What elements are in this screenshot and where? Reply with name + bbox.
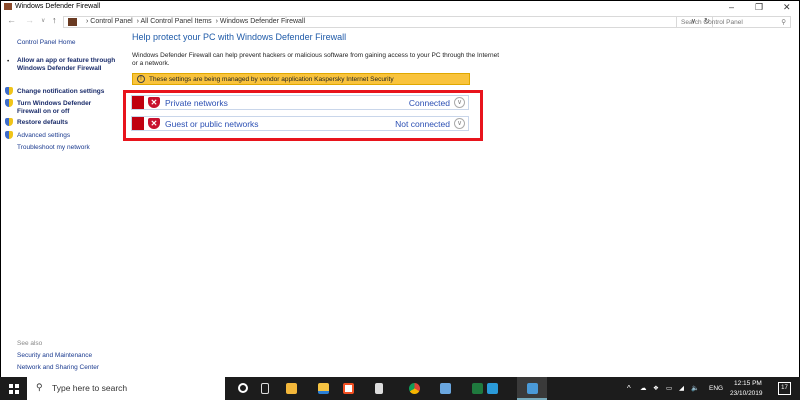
address-bar[interactable]: › Control Panel › All Control Panel Item…: [63, 16, 713, 28]
chevron-down-icon[interactable]: ∨: [454, 97, 465, 108]
action-center-icon[interactable]: 17: [778, 382, 791, 395]
search-icon: ⚲: [36, 382, 43, 392]
back-button[interactable]: ←: [7, 15, 16, 25]
minimize-button[interactable]: –: [729, 2, 734, 12]
allow-app-link[interactable]: Allow an app or feature through Windows …: [17, 57, 117, 73]
file-explorer-icon[interactable]: [318, 383, 329, 394]
public-networks-row[interactable]: ✕ Guest or public networks Not connected…: [131, 116, 469, 131]
control-panel-icon: [68, 18, 77, 26]
uac-shield-icon: [5, 99, 13, 107]
battery-icon[interactable]: ▭: [666, 384, 672, 392]
search-placeholder: Search Control Panel: [681, 19, 743, 26]
page-title: Help protect your PC with Windows Defend…: [132, 32, 347, 42]
network-label: Guest or public networks: [165, 119, 259, 129]
window-title: Windows Defender Firewall: [15, 3, 101, 10]
show-hidden-icons[interactable]: ^: [627, 384, 631, 393]
red-shield-x-icon: ✕: [148, 118, 160, 129]
forward-button[interactable]: →: [25, 15, 34, 25]
status-bar: [132, 117, 144, 130]
restore-defaults-link[interactable]: Restore defaults: [17, 119, 68, 127]
onedrive-icon[interactable]: ☁: [640, 384, 647, 392]
network-label: Private networks: [165, 98, 228, 108]
taskbar: ⚲ Type here to search ^ ☁ ❖ ▭ ◢ 🔈 ENG 12…: [0, 377, 800, 400]
control-panel-home-link[interactable]: Control Panel Home: [17, 39, 76, 47]
see-also-heading: See also: [17, 340, 43, 347]
turn-on-off-link[interactable]: Turn Windows Defender Firewall on or off: [17, 100, 112, 116]
page-description: Windows Defender Firewall can help preve…: [132, 52, 500, 67]
restore-button[interactable]: ❐: [755, 2, 763, 13]
advanced-settings-link[interactable]: Advanced settings: [17, 132, 70, 140]
start-button[interactable]: [9, 384, 19, 394]
bullet: •: [7, 58, 10, 65]
up-button[interactable]: ↑: [52, 15, 57, 25]
private-networks-row[interactable]: ✕ Private networks Connected ∨: [131, 95, 469, 110]
managed-warning-banner: ! These settings are being managed by ve…: [132, 73, 470, 85]
excel-icon[interactable]: [472, 383, 483, 394]
firewall-taskbar-button[interactable]: [517, 377, 547, 400]
breadcrumb-control-panel[interactable]: Control Panel: [90, 18, 132, 25]
troubleshoot-link[interactable]: Troubleshoot my network: [17, 144, 90, 152]
dropbox-icon[interactable]: ❖: [653, 384, 659, 392]
uac-shield-icon: [5, 131, 13, 139]
change-notification-link[interactable]: Change notification settings: [17, 88, 104, 96]
taskbar-search-placeholder: Type here to search: [52, 383, 128, 393]
uac-shield-icon: [5, 87, 13, 95]
warning-text: These settings are being managed by vend…: [149, 76, 394, 83]
uac-shield-icon: [5, 118, 13, 126]
clock-time[interactable]: 12:15 PM: [734, 380, 762, 387]
task-view-icon[interactable]: [261, 383, 269, 394]
close-button[interactable]: ✕: [783, 2, 791, 13]
network-status: Not connected: [395, 119, 450, 129]
chrome-icon[interactable]: [409, 383, 420, 394]
store-icon[interactable]: [343, 383, 354, 394]
clock-date[interactable]: 23/10/2019: [730, 390, 763, 397]
app-icon[interactable]: [487, 383, 498, 394]
status-bar: [132, 96, 144, 109]
search-control-panel-input[interactable]: Search Control Panel ⚲: [676, 16, 791, 28]
taskbar-search-input[interactable]: ⚲ Type here to search: [27, 377, 225, 400]
language-indicator[interactable]: ENG: [709, 385, 723, 392]
volume-muted-icon[interactable]: 🔈: [691, 384, 699, 392]
calculator-icon[interactable]: [375, 383, 383, 394]
breadcrumb-all-items[interactable]: All Control Panel Items: [140, 18, 211, 25]
firewall-window: Windows Defender Firewall – ❐ ✕ ← → ∨ ↑ …: [1, 1, 799, 377]
red-shield-x-icon: ✕: [148, 97, 160, 108]
paint-icon[interactable]: [440, 383, 451, 394]
mail-app-icon[interactable]: [286, 383, 297, 394]
search-icon: ⚲: [781, 19, 786, 26]
warning-icon: !: [137, 75, 145, 83]
recent-dropdown[interactable]: ∨: [41, 17, 45, 24]
chevron-down-icon[interactable]: ∨: [454, 118, 465, 129]
network-icon[interactable]: ◢: [679, 384, 684, 392]
firewall-app-icon: [4, 3, 12, 10]
breadcrumb-firewall[interactable]: Windows Defender Firewall: [220, 18, 305, 25]
network-status: Connected: [408, 98, 450, 108]
security-maintenance-link[interactable]: Security and Maintenance: [17, 352, 92, 360]
cortana-icon[interactable]: [238, 383, 248, 393]
network-sharing-link[interactable]: Network and Sharing Center: [17, 364, 99, 372]
